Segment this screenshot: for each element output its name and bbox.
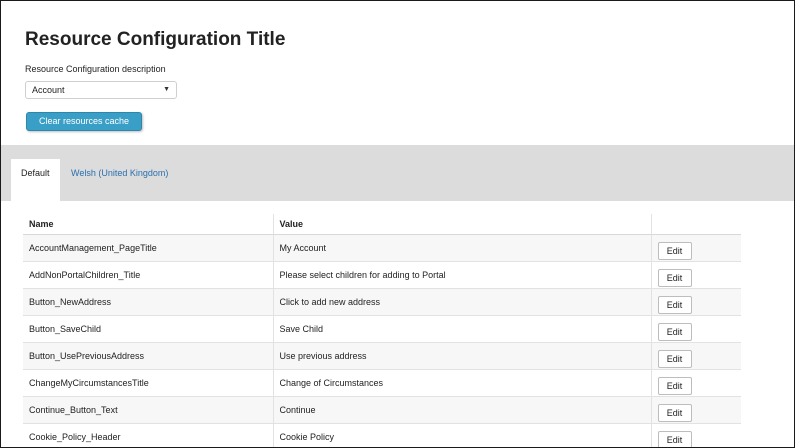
table-row: Button_NewAddress Click to add new addres… xyxy=(23,288,741,316)
chevron-down-icon: ▼ xyxy=(163,86,170,93)
resource-value-cell: Please select children for adding to Por… xyxy=(273,261,651,289)
resource-name-cell: Button_SaveChild xyxy=(23,315,274,343)
actions-cell: Edit xyxy=(650,369,741,397)
app-window: Resource Configuration Title Resource Co… xyxy=(0,0,795,448)
resource-name-cell: Continue_Button_Text xyxy=(23,396,274,424)
resource-value-cell: Change of Circumstances xyxy=(273,369,651,397)
edit-button[interactable]: Edit xyxy=(657,404,692,422)
column-header-value: Value xyxy=(273,214,651,235)
actions-cell: Edit xyxy=(650,423,741,447)
clear-resources-cache-button[interactable]: Clear resources cache xyxy=(26,112,142,131)
edit-button[interactable]: Edit xyxy=(657,242,692,260)
resource-select-value: Account xyxy=(32,85,65,95)
resources-table: Name Value AccountManagement_PageTitle My… xyxy=(23,214,741,447)
resource-select[interactable]: Account ▼ xyxy=(25,81,177,99)
resource-value-cell: Click to add new address xyxy=(273,288,651,316)
resource-name-cell: AccountManagement_PageTitle xyxy=(23,234,274,262)
actions-cell: Edit xyxy=(650,315,741,343)
edit-button[interactable]: Edit xyxy=(657,350,692,368)
page-title: Resource Configuration Title xyxy=(25,29,286,50)
edit-button[interactable]: Edit xyxy=(657,269,692,287)
edit-button[interactable]: Edit xyxy=(657,323,692,341)
resource-name-cell: Cookie_Policy_Header xyxy=(23,423,274,447)
table-row: Button_UsePreviousAddress Use previous ad… xyxy=(23,342,741,370)
resource-value-cell: Continue xyxy=(273,396,651,424)
actions-cell: Edit xyxy=(650,261,741,289)
resource-name-cell: Button_UsePreviousAddress xyxy=(23,342,274,370)
resource-name-cell: AddNonPortalChildren_Title xyxy=(23,261,274,289)
resource-value-cell: Use previous address xyxy=(273,342,651,370)
actions-cell: Edit xyxy=(650,396,741,424)
edit-button[interactable]: Edit xyxy=(657,296,692,314)
actions-cell: Edit xyxy=(650,234,741,262)
table-row: Button_SaveChild Save Child Edit xyxy=(23,315,741,343)
actions-cell: Edit xyxy=(650,342,741,370)
table-row: AccountManagement_PageTitle My Account Edi… xyxy=(23,234,741,262)
table-row: ChangeMyCircumstancesTitle Change of Circ… xyxy=(23,369,741,397)
resource-value-cell: Cookie Policy xyxy=(273,423,651,447)
resource-value-cell: My Account xyxy=(273,234,651,262)
table-header-row: Name Value xyxy=(23,214,741,235)
actions-cell: Edit xyxy=(650,288,741,316)
tab-welsh-united-kingdom[interactable]: Welsh (United Kingdom) xyxy=(61,159,178,201)
resource-name-cell: ChangeMyCircumstancesTitle xyxy=(23,369,274,397)
table-row: AddNonPortalChildren_Title Please select … xyxy=(23,261,741,289)
column-header-actions xyxy=(650,214,741,235)
page-description: Resource Configuration description xyxy=(25,64,166,74)
table-row: Cookie_Policy_Header Cookie Policy Edit xyxy=(23,423,741,447)
resource-name-cell: Button_NewAddress xyxy=(23,288,274,316)
column-header-name: Name xyxy=(23,214,274,235)
edit-button[interactable]: Edit xyxy=(657,377,692,395)
tab-bar: Default Welsh (United Kingdom) xyxy=(1,145,794,201)
tab-default[interactable]: Default xyxy=(11,159,60,201)
resource-value-cell: Save Child xyxy=(273,315,651,343)
edit-button[interactable]: Edit xyxy=(657,431,692,447)
table-row: Continue_Button_Text Continue Edit xyxy=(23,396,741,424)
